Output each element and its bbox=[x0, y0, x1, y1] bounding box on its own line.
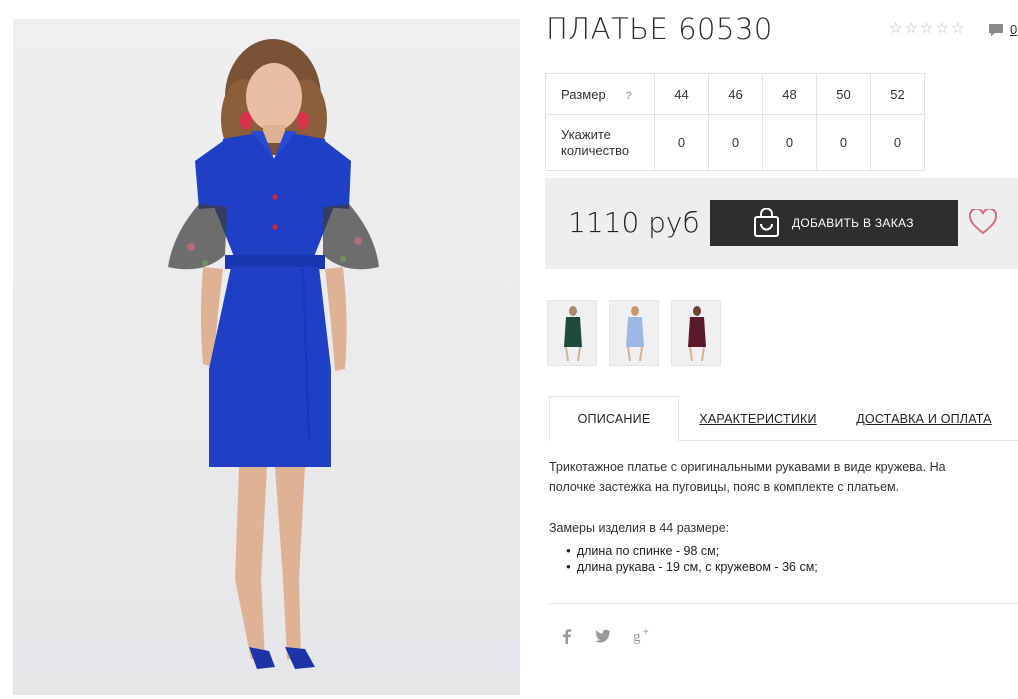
quantity-input[interactable]: 0 bbox=[870, 114, 925, 171]
add-to-order-label: ДОБАВИТЬ В ЗАКАЗ bbox=[792, 216, 914, 230]
thumb-light-blue-image bbox=[626, 306, 644, 362]
size-quantity-table: Размер ? 44 46 48 50 52 Укажите количест… bbox=[545, 73, 925, 171]
svg-text:+: + bbox=[643, 627, 649, 638]
product-description: Трикотажное платье с оригинальными рукав… bbox=[549, 460, 946, 494]
quantity-label-line1: Укажите bbox=[561, 126, 611, 142]
tab-characteristics[interactable]: ХАРАКТЕРИСТИКИ bbox=[690, 396, 826, 441]
size-label: Размер bbox=[561, 86, 606, 102]
rating-stars[interactable]: ☆ ☆ ☆ ☆ ☆ bbox=[889, 20, 964, 38]
social-share: g + bbox=[560, 627, 652, 645]
price-panel: 1110 руб ДОБАВИТЬ В ЗАКАЗ bbox=[545, 178, 1018, 269]
measurements-list: длина по спинке - 98 см; длина рукава - … bbox=[566, 543, 818, 575]
tab-delivery-payment[interactable]: ДОСТАВКА И ОПЛАТА bbox=[845, 396, 1003, 441]
size-header-cell: Размер ? bbox=[545, 73, 655, 115]
comments-count-link[interactable]: 0 bbox=[1010, 22, 1017, 37]
product-price: 1110 руб bbox=[568, 206, 700, 239]
color-thumb-green[interactable] bbox=[547, 300, 597, 366]
quantity-label-line2: количество bbox=[561, 142, 630, 158]
size-value: 44 bbox=[654, 73, 709, 115]
thumb-green-image bbox=[564, 306, 582, 362]
size-value: 52 bbox=[870, 73, 925, 115]
heart-icon[interactable] bbox=[969, 209, 997, 235]
twitter-icon[interactable] bbox=[595, 629, 611, 643]
color-variants bbox=[547, 300, 721, 366]
main-product-image[interactable] bbox=[13, 19, 520, 695]
size-value: 46 bbox=[708, 73, 763, 115]
size-value: 48 bbox=[762, 73, 817, 115]
quantity-input[interactable]: 0 bbox=[816, 114, 871, 171]
color-thumb-burgundy[interactable] bbox=[671, 300, 721, 366]
quantity-input[interactable]: 0 bbox=[762, 114, 817, 171]
comment-bubble-icon[interactable] bbox=[988, 23, 1004, 37]
thumb-burgundy-image bbox=[688, 306, 706, 362]
divider bbox=[549, 603, 1018, 604]
svg-text:g: g bbox=[633, 629, 641, 645]
size-help-icon[interactable]: ? bbox=[625, 90, 632, 102]
measurements-title: Замеры изделия в 44 размере: bbox=[549, 521, 730, 535]
star-icon[interactable]: ☆ bbox=[889, 20, 902, 38]
tab-description[interactable]: ОПИСАНИЕ bbox=[549, 396, 679, 441]
list-item: длина рукава - 19 см, с кружевом - 36 см… bbox=[566, 559, 818, 575]
facebook-icon[interactable] bbox=[560, 628, 574, 644]
star-icon[interactable]: ☆ bbox=[951, 20, 964, 38]
quantity-input[interactable]: 0 bbox=[708, 114, 763, 171]
add-to-order-button[interactable]: ДОБАВИТЬ В ЗАКАЗ bbox=[710, 200, 958, 246]
star-icon[interactable]: ☆ bbox=[904, 20, 917, 38]
dress-model-illustration bbox=[168, 39, 379, 669]
product-title: ПЛАТЬЕ 60530 bbox=[546, 12, 773, 46]
quantity-input[interactable]: 0 bbox=[654, 114, 709, 171]
quantity-header-cell: Укажите количество bbox=[545, 114, 655, 171]
size-value: 50 bbox=[816, 73, 871, 115]
star-icon[interactable]: ☆ bbox=[935, 20, 948, 38]
google-plus-icon[interactable]: g + bbox=[632, 627, 652, 645]
list-item: длина по спинке - 98 см; bbox=[566, 543, 818, 559]
color-thumb-light-blue[interactable] bbox=[609, 300, 659, 366]
shopping-bag-icon bbox=[754, 208, 779, 237]
star-icon[interactable]: ☆ bbox=[920, 20, 933, 38]
